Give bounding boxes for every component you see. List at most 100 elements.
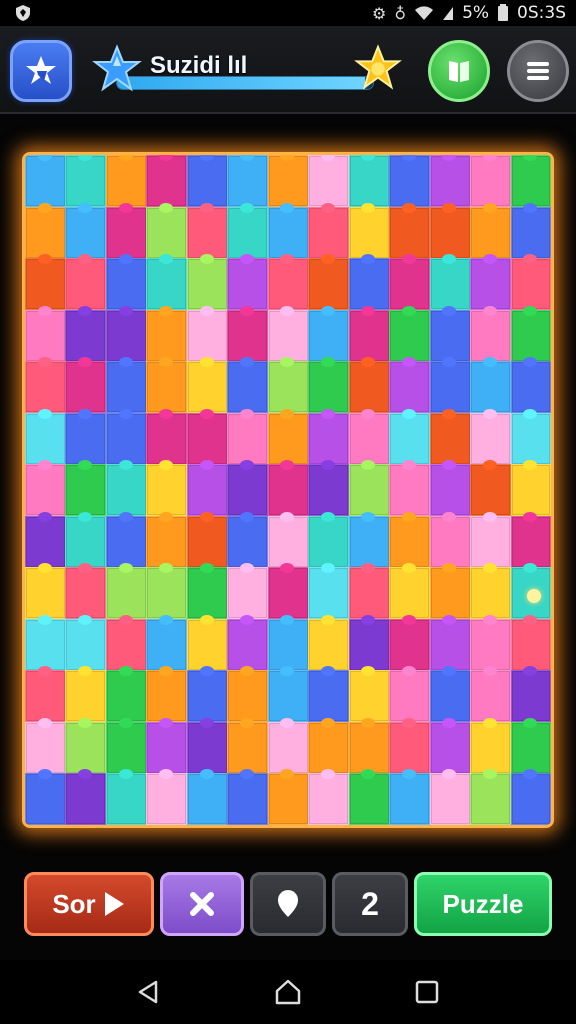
- puzzle-piece[interactable]: [25, 618, 66, 671]
- puzzle-piece[interactable]: [25, 206, 66, 259]
- puzzle-piece[interactable]: [105, 464, 147, 517]
- puzzle-piece[interactable]: [65, 670, 107, 723]
- puzzle-piece[interactable]: [25, 361, 66, 414]
- puzzle-piece[interactable]: [146, 721, 188, 774]
- puzzle-piece[interactable]: [348, 721, 390, 774]
- puzzle-piece[interactable]: [510, 155, 551, 208]
- puzzle-piece[interactable]: [389, 515, 431, 568]
- puzzle-piece[interactable]: [308, 670, 350, 723]
- puzzle-button[interactable]: Puzzle: [414, 872, 552, 936]
- puzzle-piece[interactable]: [429, 155, 471, 208]
- puzzle-piece[interactable]: [510, 464, 551, 517]
- puzzle-piece[interactable]: [186, 309, 228, 362]
- puzzle-piece[interactable]: [510, 618, 551, 671]
- puzzle-piece[interactable]: [389, 309, 431, 362]
- puzzle-piece[interactable]: [308, 361, 350, 414]
- puzzle-piece[interactable]: [510, 515, 551, 568]
- puzzle-piece[interactable]: [105, 515, 147, 568]
- puzzle-piece[interactable]: [389, 670, 431, 723]
- puzzle-piece[interactable]: [348, 361, 390, 414]
- puzzle-piece[interactable]: [146, 567, 188, 620]
- puzzle-piece[interactable]: [227, 258, 269, 311]
- puzzle-piece[interactable]: [105, 412, 147, 465]
- puzzle-piece[interactable]: [146, 515, 188, 568]
- puzzle-piece[interactable]: [510, 412, 551, 465]
- puzzle-piece[interactable]: [429, 412, 471, 465]
- puzzle-piece[interactable]: [348, 670, 390, 723]
- puzzle-piece[interactable]: [429, 258, 471, 311]
- puzzle-piece[interactable]: [25, 412, 66, 465]
- puzzle-piece[interactable]: [146, 412, 188, 465]
- puzzle-piece[interactable]: [65, 515, 107, 568]
- nav-back-button[interactable]: [129, 972, 169, 1012]
- puzzle-piece[interactable]: [470, 258, 512, 311]
- puzzle-piece[interactable]: [25, 515, 66, 568]
- puzzle-piece[interactable]: [65, 361, 107, 414]
- puzzle-piece[interactable]: [308, 567, 350, 620]
- puzzle-piece[interactable]: [429, 206, 471, 259]
- puzzle-piece[interactable]: [267, 464, 309, 517]
- puzzle-piece[interactable]: [470, 464, 512, 517]
- puzzle-piece[interactable]: [267, 618, 309, 671]
- puzzle-piece[interactable]: [429, 464, 471, 517]
- puzzle-piece[interactable]: [227, 464, 269, 517]
- puzzle-piece[interactable]: [227, 670, 269, 723]
- shuffle-button[interactable]: [160, 872, 244, 936]
- puzzle-piece[interactable]: [186, 258, 228, 311]
- puzzle-piece[interactable]: [510, 361, 551, 414]
- puzzle-piece[interactable]: [348, 464, 390, 517]
- puzzle-piece[interactable]: [146, 670, 188, 723]
- puzzle-piece[interactable]: [65, 258, 107, 311]
- puzzle-piece[interactable]: [25, 309, 66, 362]
- puzzle-piece[interactable]: [227, 721, 269, 774]
- puzzle-piece[interactable]: [389, 464, 431, 517]
- menu-button[interactable]: [507, 40, 569, 102]
- puzzle-piece[interactable]: [65, 721, 107, 774]
- puzzle-piece[interactable]: [470, 515, 512, 568]
- puzzle-piece[interactable]: [470, 618, 512, 671]
- puzzle-piece[interactable]: [146, 206, 188, 259]
- puzzle-piece[interactable]: [267, 412, 309, 465]
- puzzle-piece[interactable]: [308, 618, 350, 671]
- puzzle-piece[interactable]: [348, 258, 390, 311]
- puzzle-piece[interactable]: [308, 721, 350, 774]
- puzzle-piece[interactable]: [65, 412, 107, 465]
- puzzle-piece[interactable]: [267, 155, 309, 208]
- home-button[interactable]: [10, 40, 72, 102]
- puzzle-piece[interactable]: [389, 567, 431, 620]
- puzzle-piece[interactable]: [105, 258, 147, 311]
- puzzle-piece[interactable]: [348, 515, 390, 568]
- hint-button[interactable]: [250, 872, 326, 936]
- puzzle-piece[interactable]: [429, 361, 471, 414]
- puzzle-piece[interactable]: [227, 567, 269, 620]
- puzzle-piece[interactable]: [146, 773, 188, 825]
- puzzle-piece[interactable]: [470, 567, 512, 620]
- puzzle-piece[interactable]: [146, 258, 188, 311]
- puzzle-piece[interactable]: [308, 258, 350, 311]
- puzzle-piece[interactable]: [267, 670, 309, 723]
- puzzle-piece[interactable]: [470, 206, 512, 259]
- puzzle-piece[interactable]: [25, 464, 66, 517]
- puzzle-piece[interactable]: [267, 361, 309, 414]
- puzzle-piece[interactable]: [389, 258, 431, 311]
- puzzle-piece[interactable]: [65, 773, 107, 825]
- puzzle-piece[interactable]: [25, 721, 66, 774]
- puzzle-piece[interactable]: [308, 412, 350, 465]
- puzzle-piece[interactable]: [470, 309, 512, 362]
- puzzle-piece[interactable]: [348, 206, 390, 259]
- puzzle-piece[interactable]: [429, 721, 471, 774]
- puzzle-piece[interactable]: [227, 309, 269, 362]
- puzzle-piece[interactable]: [146, 155, 188, 208]
- puzzle-piece[interactable]: [105, 721, 147, 774]
- puzzle-piece[interactable]: [25, 567, 66, 620]
- puzzle-piece[interactable]: [186, 155, 228, 208]
- puzzle-piece[interactable]: [348, 155, 390, 208]
- puzzle-piece[interactable]: [470, 412, 512, 465]
- puzzle-piece[interactable]: [510, 206, 551, 259]
- puzzle-piece[interactable]: [146, 361, 188, 414]
- puzzle-piece[interactable]: [105, 618, 147, 671]
- puzzle-piece[interactable]: [25, 258, 66, 311]
- puzzle-piece[interactable]: [65, 567, 107, 620]
- puzzle-piece[interactable]: [65, 618, 107, 671]
- puzzle-piece[interactable]: [186, 773, 228, 825]
